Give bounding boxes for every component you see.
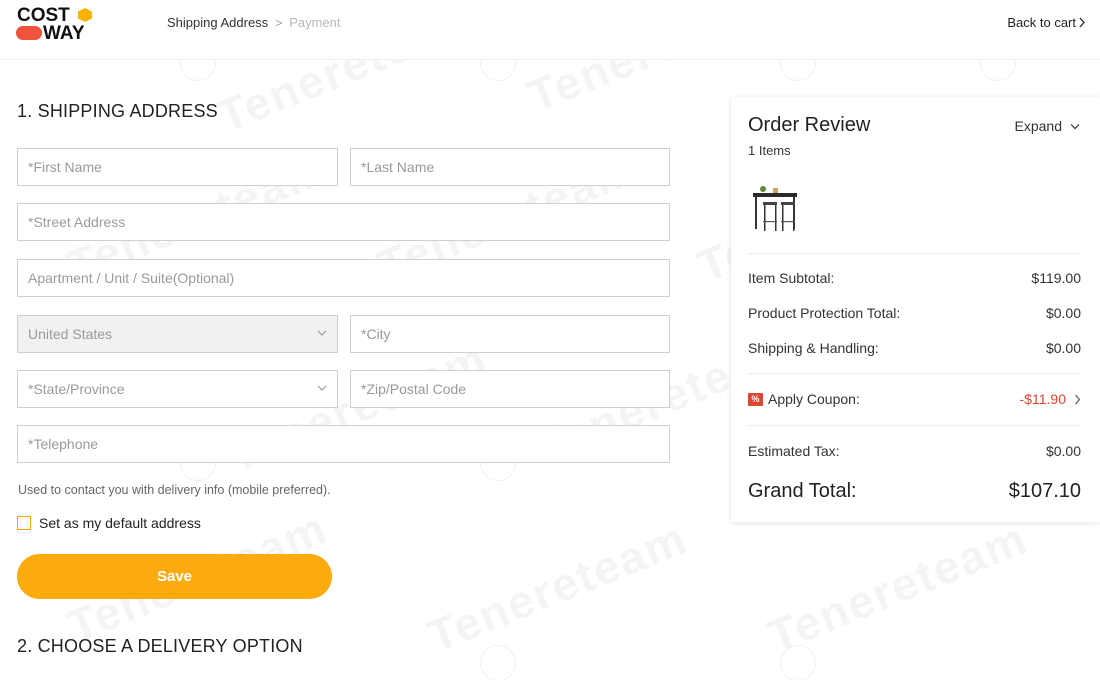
- country-select-value: United States: [28, 326, 113, 342]
- logo-pill-icon: [16, 26, 42, 40]
- shipping-address-title: 1. SHIPPING ADDRESS: [17, 101, 218, 121]
- item-subtotal-label: Item Subtotal:: [748, 270, 835, 286]
- apply-coupon-row[interactable]: % Apply Coupon: -$11.90: [748, 391, 1081, 407]
- back-to-cart-link[interactable]: Back to cart: [1007, 15, 1086, 30]
- chevron-down-icon: [317, 385, 327, 391]
- street-address-field[interactable]: *Street Address: [17, 203, 670, 241]
- save-button[interactable]: Save: [17, 554, 332, 599]
- divider: [748, 373, 1081, 374]
- estimated-tax-label: Estimated Tax:: [748, 443, 840, 459]
- order-review-panel: Order Review 1 Items Expand Item Subtota…: [731, 97, 1100, 522]
- coupon-discount: -$11.90: [1020, 391, 1081, 407]
- divider: [748, 253, 1081, 254]
- country-select[interactable]: United States: [17, 315, 338, 353]
- product-protection-row: Product Protection Total: $0.00: [748, 305, 1081, 321]
- expand-label: Expand: [1014, 118, 1062, 134]
- first-name-field[interactable]: *First Name: [17, 148, 338, 186]
- logo-text-line2: WAY: [43, 23, 85, 44]
- default-address-label: Set as my default address: [39, 515, 201, 531]
- estimated-tax-value: $0.00: [1045, 443, 1081, 459]
- breadcrumb-separator: >: [275, 15, 283, 30]
- zip-postal-code-field[interactable]: *Zip/Postal Code: [350, 370, 670, 408]
- items-count: 1 Items: [748, 143, 791, 158]
- shipping-handling-value: $0.00: [1045, 340, 1081, 356]
- shipping-handling-row: Shipping & Handling: $0.00: [748, 340, 1081, 356]
- telephone-field[interactable]: *Telephone: [17, 425, 670, 463]
- apply-coupon-label: Apply Coupon:: [768, 391, 860, 407]
- costway-logo[interactable]: COST WAY: [16, 6, 96, 44]
- chevron-right-icon: [1075, 394, 1081, 404]
- watermark-text: Tenereteam: [420, 510, 695, 663]
- product-thumbnail-bar-table-set[interactable]: [749, 177, 807, 235]
- estimated-tax-row: Estimated Tax: $0.00: [748, 443, 1081, 459]
- chevron-right-icon: [1079, 17, 1085, 28]
- grand-total-row: Grand Total: $107.10: [748, 480, 1081, 503]
- product-protection-label: Product Protection Total:: [748, 305, 901, 321]
- product-protection-value: $0.00: [1045, 305, 1081, 321]
- item-subtotal-row: Item Subtotal: $119.00: [748, 270, 1081, 286]
- delivery-option-title: 2. CHOOSE A DELIVERY OPTION: [17, 636, 303, 656]
- breadcrumb: Shipping Address > Payment: [167, 15, 341, 30]
- breadcrumb-payment: Payment: [289, 15, 341, 30]
- order-review-title: Order Review: [748, 114, 871, 136]
- watermark-seal-icon: [780, 645, 816, 680]
- back-to-cart-label: Back to cart: [1007, 15, 1076, 30]
- checkout-header: COST WAY Shipping Address > Payment Back…: [0, 0, 1100, 60]
- apply-coupon-left: % Apply Coupon:: [748, 391, 860, 407]
- expand-toggle[interactable]: Expand: [1015, 118, 1080, 134]
- chevron-down-icon: [1070, 123, 1080, 129]
- logo-hexagon-icon: [78, 8, 92, 22]
- coupon-icon: %: [748, 392, 763, 406]
- grand-total-value: $107.10: [1008, 480, 1081, 502]
- apartment-field[interactable]: Apartment / Unit / Suite(Optional): [17, 259, 670, 297]
- state-province-select[interactable]: *State/Province: [17, 370, 338, 408]
- coupon-discount-value: -$11.90: [1019, 391, 1066, 407]
- watermark-text: Tenereteam: [760, 510, 1035, 663]
- city-field[interactable]: *City: [350, 315, 670, 353]
- divider: [748, 425, 1081, 426]
- default-address-row[interactable]: Set as my default address: [17, 515, 201, 531]
- state-select-placeholder: *State/Province: [28, 381, 125, 397]
- shipping-handling-label: Shipping & Handling:: [748, 340, 879, 356]
- watermark-seal-icon: [480, 645, 516, 680]
- breadcrumb-shipping-address: Shipping Address: [167, 15, 269, 30]
- last-name-field[interactable]: *Last Name: [350, 148, 670, 186]
- grand-total-label: Grand Total:: [748, 480, 857, 502]
- telephone-helper-text: Used to contact you with delivery info (…: [18, 483, 331, 497]
- chevron-down-icon: [317, 330, 327, 336]
- default-address-checkbox[interactable]: [17, 516, 31, 530]
- item-subtotal-value: $119.00: [1031, 270, 1081, 286]
